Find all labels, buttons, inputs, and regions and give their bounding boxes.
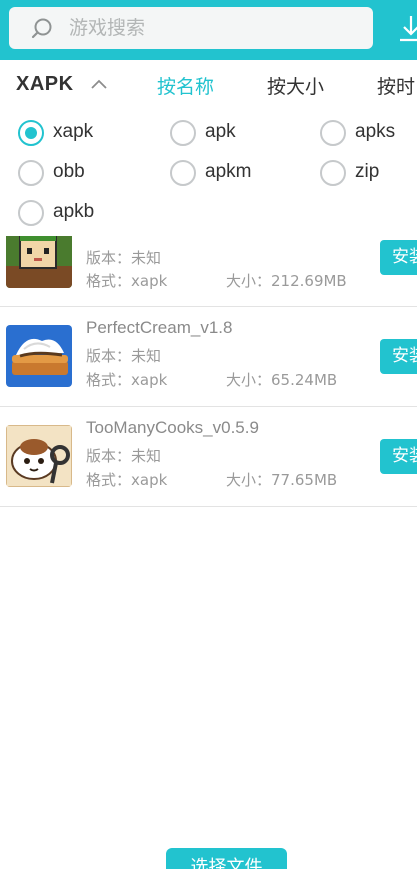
- format-text: 格式：xapk: [86, 371, 168, 389]
- sort-by-size-tab[interactable]: 按大小: [267, 72, 324, 99]
- list-item[interactable]: 版本：未知 格式：xapk 大小：212.69MB 安装: [0, 236, 417, 307]
- filter-bar: XAPK 按名称 按大小 按时: [0, 60, 417, 110]
- top-bar: 游戏搜索: [0, 0, 417, 60]
- app-icon: [6, 425, 72, 487]
- app-name: PerfectCream_v1.8: [86, 318, 233, 337]
- radio-unchecked-icon: [18, 160, 44, 186]
- size-text: 大小：212.69MB: [226, 272, 347, 290]
- search-icon: [31, 18, 52, 39]
- install-button[interactable]: 安装: [380, 339, 417, 374]
- version-text: 版本：未知: [86, 447, 162, 465]
- app-icon: [6, 325, 72, 387]
- search-placeholder: 游戏搜索: [69, 17, 146, 39]
- radio-checked-icon: [18, 120, 44, 146]
- install-button[interactable]: 安装: [380, 439, 417, 474]
- size-text: 大小：65.24MB: [226, 371, 338, 389]
- chevron-up-icon[interactable]: [90, 78, 108, 90]
- radio-unchecked-icon: [320, 160, 346, 186]
- app-name: TooManyCooks_v0.5.9: [86, 418, 259, 437]
- radio-unchecked-icon: [170, 120, 196, 146]
- radio-unchecked-icon: [320, 120, 346, 146]
- format-text: 格式：xapk: [86, 471, 168, 489]
- list-item[interactable]: TooManyCooks_v0.5.9 版本：未知 格式：xapk 大小：77.…: [0, 407, 417, 507]
- radio-unchecked-icon: [170, 160, 196, 186]
- download-icon[interactable]: [398, 14, 417, 44]
- search-input[interactable]: 游戏搜索: [9, 7, 373, 49]
- app-icon: [6, 236, 72, 288]
- format-radio-group: xapk apk apks obb apkm zip apkb: [0, 112, 417, 236]
- version-text: 版本：未知: [86, 249, 162, 267]
- select-file-button[interactable]: 选择文件: [166, 848, 287, 869]
- file-type-dropdown[interactable]: XAPK: [16, 73, 74, 96]
- sort-by-name-tab[interactable]: 按名称: [157, 72, 214, 99]
- size-text: 大小：77.65MB: [226, 471, 338, 489]
- format-text: 格式：xapk: [86, 272, 168, 290]
- radio-unchecked-icon: [18, 200, 44, 226]
- install-button[interactable]: 安装: [380, 240, 417, 275]
- list-item[interactable]: PerfectCream_v1.8 版本：未知 格式：xapk 大小：65.24…: [0, 307, 417, 407]
- sort-by-time-tab[interactable]: 按时: [377, 72, 415, 99]
- version-text: 版本：未知: [86, 347, 162, 365]
